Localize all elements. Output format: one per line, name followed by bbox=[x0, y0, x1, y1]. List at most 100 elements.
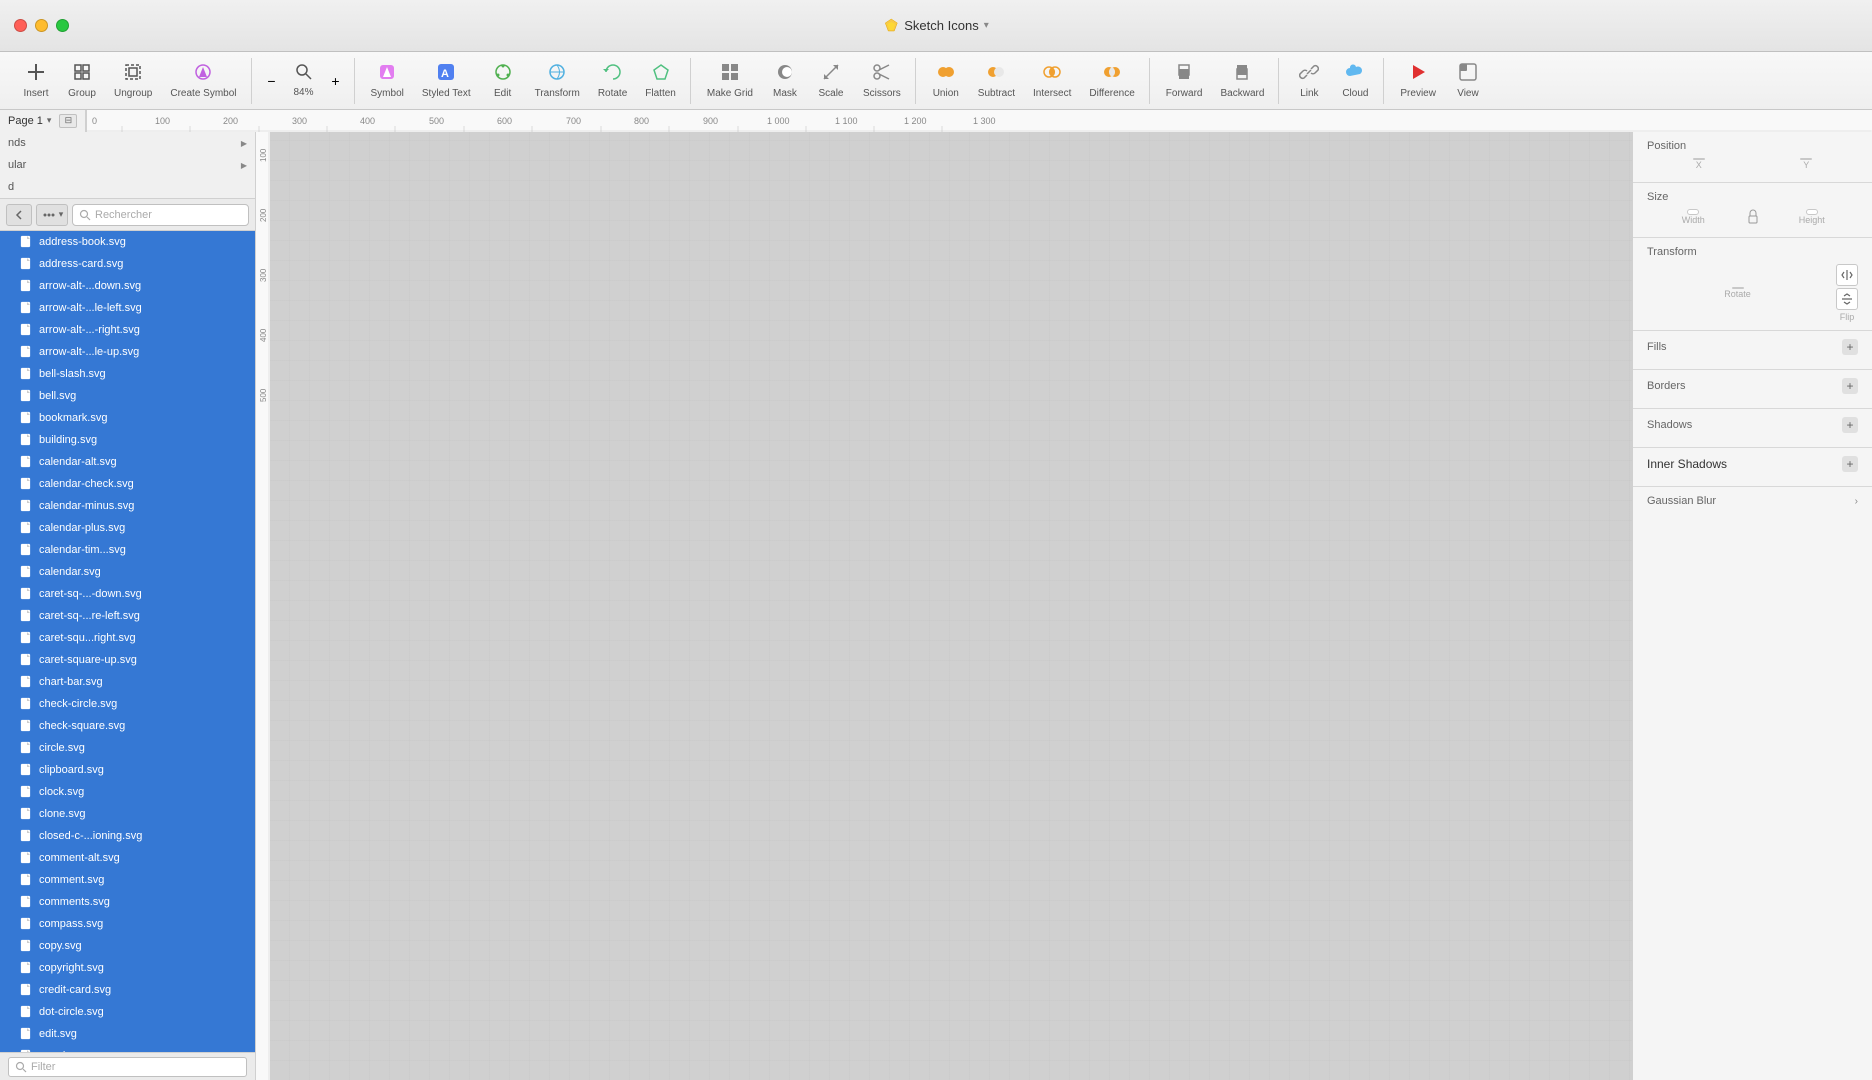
maximize-button[interactable] bbox=[56, 19, 69, 32]
panel-back-button[interactable] bbox=[6, 204, 32, 226]
link-button[interactable]: Link bbox=[1287, 58, 1331, 104]
file-item[interactable]: calendar.svg bbox=[0, 561, 255, 583]
file-name: calendar.svg bbox=[39, 566, 101, 578]
close-button[interactable] bbox=[14, 19, 27, 32]
make-grid-button[interactable]: Make Grid bbox=[699, 58, 761, 104]
union-label: Union bbox=[933, 88, 959, 99]
file-item[interactable]: copyright.svg bbox=[0, 957, 255, 979]
flatten-button[interactable]: Flatten bbox=[637, 58, 684, 104]
file-name: clipboard.svg bbox=[39, 764, 104, 776]
sidebar-nav-item-ular[interactable]: ular ▶ bbox=[0, 154, 255, 176]
flip-horizontal-button[interactable] bbox=[1836, 264, 1858, 286]
file-item[interactable]: chart-bar.svg bbox=[0, 671, 255, 693]
lock-ratio[interactable] bbox=[1744, 209, 1762, 225]
preview-button[interactable]: Preview bbox=[1392, 58, 1444, 104]
nav-item-label: ular bbox=[8, 159, 26, 171]
file-item[interactable]: arrow-alt-...down.svg bbox=[0, 275, 255, 297]
transform-button[interactable]: Transform bbox=[527, 58, 588, 104]
file-item[interactable]: arrow-alt-...le-left.svg bbox=[0, 297, 255, 319]
file-item[interactable]: comments.svg bbox=[0, 891, 255, 913]
file-item[interactable]: building.svg bbox=[0, 429, 255, 451]
panel-options-button[interactable]: ▾ bbox=[36, 204, 68, 226]
file-item[interactable]: bell-slash.svg bbox=[0, 363, 255, 385]
zoom-level-button[interactable]: 84% bbox=[286, 58, 322, 104]
add-border-button[interactable]: + bbox=[1842, 378, 1858, 394]
add-inner-shadow-button[interactable]: + bbox=[1842, 456, 1858, 472]
zoom-out-button[interactable]: − bbox=[260, 58, 284, 104]
file-item[interactable]: calendar-tim...svg bbox=[0, 539, 255, 561]
add-fill-button[interactable]: + bbox=[1842, 339, 1858, 355]
cloud-button[interactable]: Cloud bbox=[1333, 58, 1377, 104]
page-selector[interactable]: Page 1 ▾ ⊟ bbox=[0, 110, 86, 132]
file-item[interactable]: closed-c-...ioning.svg bbox=[0, 825, 255, 847]
file-item[interactable]: calendar-plus.svg bbox=[0, 517, 255, 539]
file-item[interactable]: arrow-alt-...le-up.svg bbox=[0, 341, 255, 363]
file-item[interactable]: calendar-check.svg bbox=[0, 473, 255, 495]
canvas-content[interactable] bbox=[270, 132, 1632, 1080]
rotate-button[interactable]: Rotate bbox=[590, 58, 635, 104]
ungroup-button[interactable]: Ungroup bbox=[106, 58, 160, 104]
file-item[interactable]: arrow-alt-...-right.svg bbox=[0, 319, 255, 341]
file-item[interactable]: address-book.svg bbox=[0, 231, 255, 253]
file-item[interactable]: calendar-minus.svg bbox=[0, 495, 255, 517]
file-item[interactable]: caret-square-up.svg bbox=[0, 649, 255, 671]
file-list[interactable]: address-book.svg address-card.svg arrow-… bbox=[0, 231, 255, 1052]
file-item[interactable]: bell.svg bbox=[0, 385, 255, 407]
group-button[interactable]: Group bbox=[60, 58, 104, 104]
backward-button[interactable]: Backward bbox=[1212, 58, 1272, 104]
zoom-out-icon: − bbox=[267, 74, 275, 88]
file-item[interactable]: caret-squ...right.svg bbox=[0, 627, 255, 649]
file-item[interactable]: check-square.svg bbox=[0, 715, 255, 737]
file-item[interactable]: caret-sq-...-down.svg bbox=[0, 583, 255, 605]
file-item[interactable]: copy.svg bbox=[0, 935, 255, 957]
edit-button[interactable]: Edit bbox=[481, 58, 525, 104]
file-item[interactable]: address-card.svg bbox=[0, 253, 255, 275]
file-item[interactable]: compass.svg bbox=[0, 913, 255, 935]
sidebar-nav-item-d[interactable]: d bbox=[0, 176, 255, 198]
difference-button[interactable]: Difference bbox=[1081, 58, 1142, 104]
styled-text-button[interactable]: A Styled Text bbox=[414, 58, 479, 104]
scale-button[interactable]: Scale bbox=[809, 58, 853, 104]
file-item[interactable]: comment.svg bbox=[0, 869, 255, 891]
file-item[interactable]: credit-card.svg bbox=[0, 979, 255, 1001]
symbol-button[interactable]: Symbol bbox=[363, 58, 412, 104]
minimize-button[interactable] bbox=[35, 19, 48, 32]
cloud-icon bbox=[1345, 62, 1365, 85]
file-svg-icon bbox=[20, 829, 34, 843]
sidebar-nav-item-nds[interactable]: nds ▶ bbox=[0, 132, 255, 154]
mask-button[interactable]: Mask bbox=[763, 58, 807, 104]
file-item[interactable]: clone.svg bbox=[0, 803, 255, 825]
file-item[interactable]: dot-circle.svg bbox=[0, 1001, 255, 1023]
file-item[interactable]: bookmark.svg bbox=[0, 407, 255, 429]
add-shadow-button[interactable]: + bbox=[1842, 417, 1858, 433]
filter-search[interactable]: Filter bbox=[8, 1057, 247, 1077]
file-item[interactable]: caret-sq-...re-left.svg bbox=[0, 605, 255, 627]
create-symbol-button[interactable]: Create Symbol bbox=[162, 58, 244, 104]
file-item[interactable]: comment-alt.svg bbox=[0, 847, 255, 869]
view-button[interactable]: View bbox=[1446, 58, 1490, 104]
flip-vertical-button[interactable] bbox=[1836, 288, 1858, 310]
union-button[interactable]: Union bbox=[924, 58, 968, 104]
page-toggle[interactable]: ⊟ bbox=[59, 114, 77, 128]
filter-search-icon bbox=[15, 1061, 27, 1073]
file-item[interactable]: check-circle.svg bbox=[0, 693, 255, 715]
intersect-button[interactable]: Intersect bbox=[1025, 58, 1079, 104]
canvas-area[interactable]: 100 200 300 400 500 bbox=[256, 132, 1632, 1080]
insert-button[interactable]: Insert bbox=[14, 58, 58, 104]
file-item[interactable]: circle.svg bbox=[0, 737, 255, 759]
file-item[interactable]: calendar-alt.svg bbox=[0, 451, 255, 473]
subtract-button[interactable]: Subtract bbox=[970, 58, 1023, 104]
gaussian-blur-label: Gaussian Blur bbox=[1647, 495, 1716, 507]
gaussian-chevron-icon[interactable]: › bbox=[1855, 496, 1858, 507]
forward-button[interactable]: Forward bbox=[1158, 58, 1211, 104]
file-item[interactable]: envelope-open.svg bbox=[0, 1045, 255, 1052]
forward-icon bbox=[1174, 62, 1194, 85]
scissors-button[interactable]: Scissors bbox=[855, 58, 909, 104]
layer-search[interactable]: Rechercher bbox=[72, 204, 249, 226]
file-item[interactable]: edit.svg bbox=[0, 1023, 255, 1045]
file-item[interactable]: clock.svg bbox=[0, 781, 255, 803]
file-svg-icon bbox=[20, 235, 34, 249]
file-item[interactable]: clipboard.svg bbox=[0, 759, 255, 781]
zoom-in-button[interactable]: + bbox=[324, 58, 348, 104]
title-dropdown-arrow[interactable]: ▾ bbox=[984, 20, 989, 31]
